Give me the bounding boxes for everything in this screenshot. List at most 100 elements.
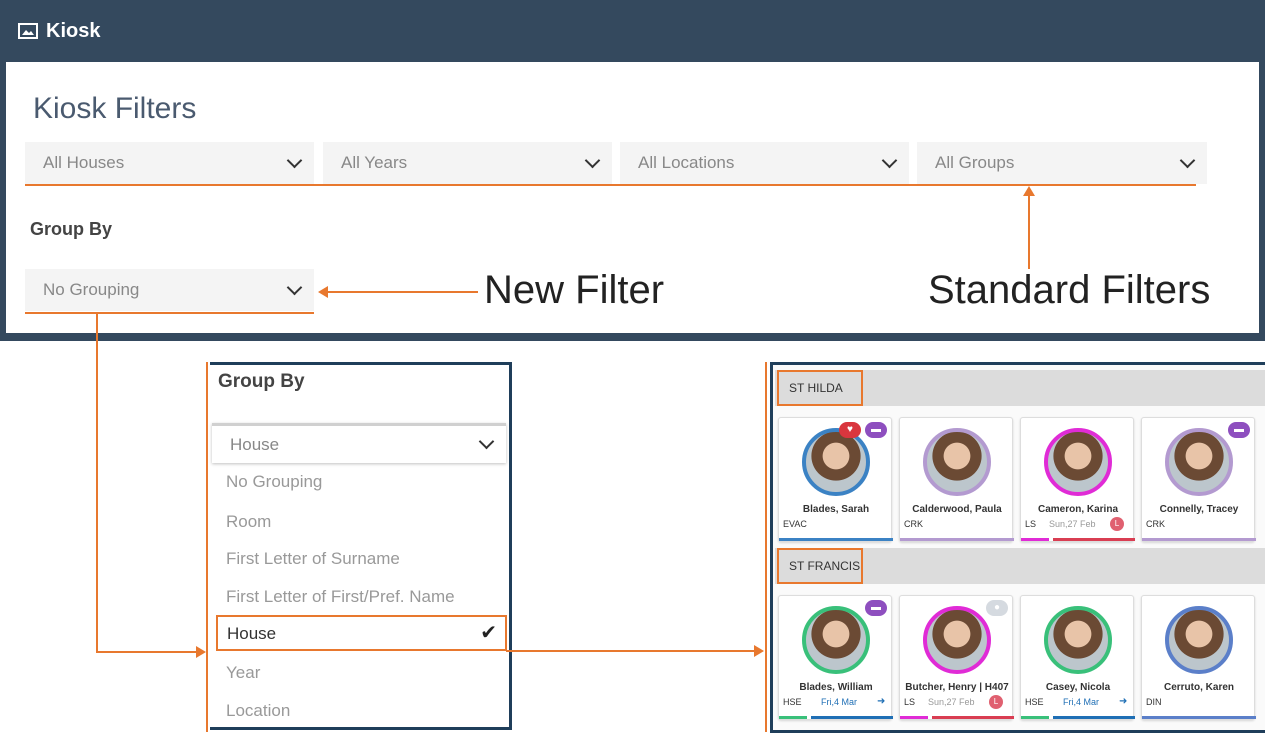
kiosk-header: Kiosk: [0, 0, 1265, 62]
option-first-letter-first-name[interactable]: First Letter of First/Pref. Name: [226, 587, 455, 607]
house-group-header: ST FRANCIS: [775, 548, 1265, 584]
status-stripe: [1053, 716, 1135, 719]
option-house: House: [227, 624, 277, 643]
student-date: Fri,4 Mar: [1063, 697, 1099, 707]
status-stripe: [779, 716, 807, 719]
status-stripe: [900, 716, 928, 719]
groups-select-value: All Groups: [935, 153, 1015, 172]
student-photo: [1044, 606, 1112, 674]
locations-select-value: All Locations: [638, 153, 735, 172]
student-location-code: HSE: [783, 697, 802, 707]
option-location[interactable]: Location: [226, 701, 290, 721]
connector-line-results: [506, 650, 754, 652]
standard-filters-underline: [25, 184, 1196, 186]
arrow-left-icon: [318, 286, 328, 298]
student-location-code: LS: [1025, 519, 1037, 529]
student-photo: [1044, 428, 1112, 496]
student-date: Sun,27 Feb: [1049, 519, 1096, 529]
student-photo: [802, 428, 870, 496]
houses-select[interactable]: All Houses: [25, 142, 314, 184]
heart-icon: ♥: [839, 422, 861, 438]
status-stripe: [1142, 716, 1256, 719]
student-photo: [923, 606, 991, 674]
sign-out-icon: ➜: [877, 696, 886, 707]
student-name: Butcher, Henry | H407: [905, 682, 1009, 693]
student-card[interactable]: Casey, Nicola HSE Fri,4 Mar ➜: [1020, 595, 1135, 720]
chevron-down-icon: [1179, 152, 1196, 169]
student-name: Casey, Nicola: [1045, 682, 1111, 693]
option-house-selected[interactable]: House ✔: [216, 615, 507, 651]
option-year[interactable]: Year: [226, 663, 260, 683]
chevron-down-icon: [881, 152, 898, 169]
kiosk-panel: Kiosk Kiosk Filters All Houses All Years…: [0, 0, 1265, 341]
house-group-label: ST FRANCIS: [777, 548, 863, 584]
checkmark-icon: ✔: [480, 622, 497, 644]
grouped-results-panel: ST HILDA ▬ ♥ Blades, Sarah EVAC Calderwood, P…: [770, 362, 1265, 733]
student-location-code: CRK: [904, 519, 924, 529]
student-name: Connelly, Tracey: [1159, 504, 1239, 515]
chevron-down-icon: [286, 152, 303, 169]
car-icon: ▬: [865, 422, 887, 438]
group-by-dropdown-select[interactable]: House: [212, 423, 506, 463]
years-select[interactable]: All Years: [323, 142, 612, 184]
student-photo: [1165, 428, 1233, 496]
status-stripe: [932, 716, 1014, 719]
person-icon: ●: [986, 600, 1008, 616]
new-filter-underline: [25, 312, 314, 314]
student-card[interactable]: ▬ ♥ Blades, Sarah EVAC: [778, 417, 893, 542]
status-stripe: [1021, 716, 1049, 719]
option-first-letter-surname[interactable]: First Letter of Surname: [226, 549, 400, 569]
house-group-header: ST HILDA: [775, 370, 1265, 406]
group-by-dropdown-panel: Group By House No Grouping Room First Le…: [210, 362, 512, 730]
connector-line-down: [96, 314, 98, 652]
student-card[interactable]: ● Butcher, Henry | H407 LS Sun,27 Feb L: [899, 595, 1014, 720]
years-select-value: All Years: [341, 153, 408, 172]
group-by-select-value: No Grouping: [43, 280, 140, 299]
chevron-down-icon: [286, 279, 303, 296]
arrow-right-icon: [754, 645, 764, 657]
connector-line-right: [96, 651, 196, 653]
standard-filters-annotation: Standard Filters: [928, 268, 1211, 312]
arrow-up-icon: [1023, 186, 1035, 196]
student-location-code: LS: [904, 697, 916, 707]
group-by-title: Group By: [218, 371, 305, 392]
locations-select[interactable]: All Locations: [620, 142, 909, 184]
new-filter-annotation: New Filter: [484, 268, 665, 312]
groups-select[interactable]: All Groups: [917, 142, 1207, 184]
student-photo: [923, 428, 991, 496]
student-card[interactable]: Cameron, Karina LS Sun,27 Feb L: [1020, 417, 1135, 542]
status-stripe: [779, 538, 893, 541]
group-by-label: Group By: [30, 219, 113, 239]
chevron-down-icon: [584, 152, 601, 169]
new-filter-arrow-line: [328, 291, 478, 293]
chevron-down-icon: [478, 433, 495, 450]
option-room[interactable]: Room: [226, 512, 271, 532]
student-name: Calderwood, Paula: [912, 504, 1002, 515]
student-card[interactable]: ▬ Blades, William HSE Fri,4 Mar ➜: [778, 595, 893, 720]
student-photo: [1165, 606, 1233, 674]
dropdown-left-marker: [206, 362, 208, 732]
status-stripe: [811, 716, 893, 719]
group-by-select[interactable]: No Grouping: [25, 269, 314, 311]
student-location-code: CRK: [1146, 519, 1166, 529]
late-badge: L: [989, 695, 1003, 709]
car-icon: ▬: [865, 600, 887, 616]
late-badge: L: [1110, 517, 1124, 531]
group-by-selected-value: House: [230, 434, 280, 454]
student-location-code: HSE: [1025, 697, 1044, 707]
student-card[interactable]: Cerruto, Karen DIN: [1141, 595, 1256, 720]
sign-out-icon: ➜: [1119, 696, 1128, 707]
student-location-code: EVAC: [783, 519, 807, 529]
student-card[interactable]: ▬ Connelly, Tracey CRK: [1141, 417, 1256, 542]
status-stripe: [1053, 538, 1135, 541]
option-no-grouping[interactable]: No Grouping: [226, 472, 322, 492]
arrow-right-icon: [196, 646, 206, 658]
image-icon: [18, 23, 38, 39]
student-location-code: DIN: [1146, 697, 1162, 707]
student-card[interactable]: Calderwood, Paula CRK: [899, 417, 1014, 542]
student-photo: [802, 606, 870, 674]
results-left-marker: [765, 362, 767, 732]
page-title: Kiosk Filters: [33, 92, 197, 125]
student-name: Blades, William: [799, 682, 873, 693]
kiosk-filters-body: Kiosk Filters All Houses All Years All L…: [6, 62, 1259, 333]
